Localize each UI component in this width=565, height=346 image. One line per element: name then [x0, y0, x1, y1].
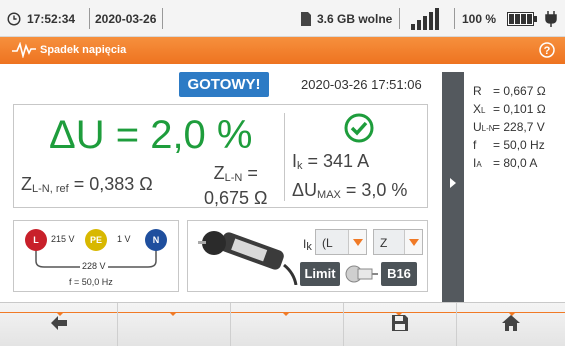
- zln-ref-value: ZL-N, ref = 0,383 Ω: [21, 174, 153, 195]
- storage-free: 3.6 GB wolne: [317, 11, 393, 26]
- status-time: 17:52:34: [27, 11, 76, 26]
- arrow-left-icon: [50, 315, 67, 335]
- terminal-n: N: [145, 229, 167, 251]
- ik-setting-label: Ik: [303, 237, 312, 253]
- chevron-down-icon: [404, 230, 422, 254]
- l-n-voltage: 228 V: [80, 261, 108, 271]
- check-circle-icon: [344, 113, 374, 148]
- fuse-icon: [344, 264, 378, 289]
- frequency: f = 50,0 Hz: [69, 277, 113, 287]
- toolbar-button-2[interactable]: [118, 303, 231, 346]
- side-result-xl: XL = 0,101 Ω: [473, 102, 546, 116]
- chevron-right-icon: [450, 178, 456, 188]
- page-title: Spadek napięcia: [40, 44, 127, 56]
- settings-panel: Ik (L Z Limit B16: [187, 220, 428, 292]
- sd-card-icon: [300, 0, 312, 37]
- title-bar: Spadek napięcia ?: [0, 37, 565, 64]
- dumax-value: ΔUMAX = 3,0 %: [292, 180, 408, 201]
- ik-value: Ik = 341 A: [292, 151, 370, 172]
- z-mode-dropdown[interactable]: Z: [373, 229, 423, 255]
- collapse-panel-button[interactable]: [442, 72, 464, 302]
- result-datetime: 2020-03-26 17:51:06: [301, 77, 422, 92]
- main-area: GOTOWY! 2020-03-26 17:51:06 ΔU = 2,0 % Z…: [0, 64, 565, 302]
- limit-button[interactable]: Limit: [300, 262, 340, 286]
- side-result-uln: UL-N= 228,7 V: [473, 120, 545, 134]
- side-result-r: R = 0,667 Ω: [473, 84, 546, 98]
- side-result-ia: IA = 80,0 A: [473, 156, 538, 170]
- terminal-pe: PE: [85, 229, 107, 251]
- save-icon: [392, 314, 408, 336]
- home-button[interactable]: [457, 303, 565, 346]
- side-result-f: f = 50,0 Hz: [473, 138, 545, 152]
- ik-mode-dropdown[interactable]: (L: [315, 229, 367, 255]
- help-icon[interactable]: ?: [539, 42, 555, 63]
- bottom-toolbar: [0, 302, 565, 346]
- home-icon: [502, 314, 520, 336]
- back-button[interactable]: [0, 303, 118, 346]
- save-button[interactable]: [344, 303, 457, 346]
- zln-value: ZL-N = 0,675 Ω: [204, 163, 268, 208]
- terminal-voltages-panel: L 215 V PE 1 V N 228 V f = 50,0 Hz: [13, 220, 179, 292]
- status-date: 2020-03-26: [95, 11, 157, 26]
- status-ready-badge: GOTOWY!: [179, 72, 269, 97]
- l-pe-voltage: 215 V: [51, 234, 75, 244]
- plug-icon: [545, 0, 557, 37]
- divider: [284, 113, 285, 201]
- delta-u-value: ΔU = 2,0 %: [49, 113, 253, 157]
- svg-text:?: ?: [544, 45, 551, 57]
- battery-icon: [507, 0, 537, 37]
- signal-icon: [411, 0, 445, 37]
- status-bar: 17:52:34 2020-03-26 3.6 GB wolne 100 %: [0, 0, 565, 37]
- result-panel: ΔU = 2,0 % ZL-N, ref = 0,383 Ω ZL-N = 0,…: [13, 104, 428, 208]
- terminal-l: L: [25, 229, 47, 251]
- pe-n-voltage: 1 V: [117, 234, 131, 244]
- battery-level: 100 %: [462, 11, 497, 26]
- waveform-icon: [12, 41, 36, 63]
- clock-icon: [7, 0, 21, 37]
- toolbar-button-3[interactable]: [231, 303, 344, 346]
- measurement-plug-icon: [194, 229, 298, 290]
- chevron-down-icon: [348, 230, 366, 254]
- fuse-type-button[interactable]: B16: [381, 262, 417, 286]
